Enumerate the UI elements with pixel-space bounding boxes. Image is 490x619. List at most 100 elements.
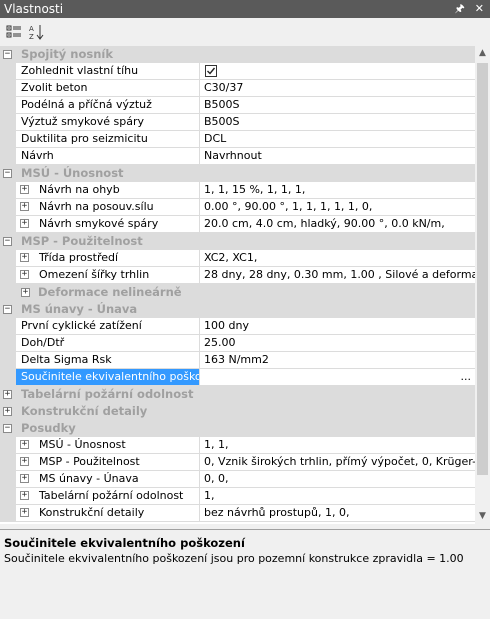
expand-icon[interactable]: + bbox=[20, 202, 29, 211]
categorized-icon[interactable] bbox=[5, 23, 23, 41]
property-value[interactable]: B500S bbox=[200, 97, 475, 114]
category-row[interactable]: − MS únavy - Únava bbox=[0, 301, 475, 318]
scroll-thumb[interactable] bbox=[477, 63, 488, 475]
expand-icon[interactable]: + bbox=[21, 288, 30, 297]
property-row[interactable]: + Konstrukční detaily bez návrhů prostupů,… bbox=[0, 505, 475, 522]
property-value[interactable]: 1, 1, bbox=[200, 437, 475, 454]
category-row[interactable]: − Posudky bbox=[0, 420, 475, 437]
close-icon[interactable]: ✕ bbox=[475, 0, 484, 18]
property-name[interactable]: Zvolit beton bbox=[16, 80, 200, 97]
expand-icon[interactable]: + bbox=[20, 253, 29, 262]
expand-icon[interactable]: + bbox=[20, 270, 29, 279]
property-row[interactable]: + MSP - Použitelnost 0, Vznik širokých trh… bbox=[0, 454, 475, 471]
property-value[interactable]: DCL bbox=[200, 131, 475, 148]
property-row[interactable]: + Návrh smykové spáry 20.0 cm, 4.0 cm, hla… bbox=[0, 216, 475, 233]
property-name[interactable]: Duktilita pro seizmicitu bbox=[16, 131, 200, 148]
property-value[interactable]: 25.00 bbox=[200, 335, 475, 352]
vertical-scrollbar[interactable]: ▲ ▼ bbox=[475, 46, 490, 524]
property-name[interactable]: + Návrh smykové spáry bbox=[16, 216, 200, 233]
expand-icon[interactable]: + bbox=[20, 219, 29, 228]
property-value[interactable]: 1, 1, 15 %, 1, 1, 1, bbox=[200, 182, 475, 199]
property-name[interactable]: Zohlednit vlastní tíhu bbox=[16, 63, 200, 80]
expand-icon[interactable]: + bbox=[20, 508, 29, 517]
property-value[interactable]: Navrhnout bbox=[200, 148, 475, 165]
property-value[interactable] bbox=[200, 63, 475, 80]
property-value[interactable]: XC2, XC1, bbox=[200, 250, 475, 267]
collapse-icon[interactable]: − bbox=[3, 424, 12, 433]
property-row[interactable]: + Omezení šířky trhlin 28 dny, 28 dny, 0.3… bbox=[0, 267, 475, 284]
property-name[interactable]: Výztuž smykové spáry bbox=[16, 114, 200, 131]
property-name[interactable]: + Omezení šířky trhlin bbox=[16, 267, 200, 284]
row-gutter bbox=[0, 471, 16, 488]
collapse-icon[interactable]: − bbox=[3, 50, 12, 59]
property-value[interactable]: 20.0 cm, 4.0 cm, hladký, 90.00 °, 0.0 kN… bbox=[200, 216, 475, 233]
collapse-icon[interactable]: − bbox=[3, 305, 12, 314]
row-gutter bbox=[0, 369, 16, 386]
property-value[interactable]: bez návrhů prostupů, 1, 0, bbox=[200, 505, 475, 522]
property-row[interactable]: Doh/Dtř 25.00 bbox=[0, 335, 475, 352]
expand-icon[interactable]: + bbox=[20, 440, 29, 449]
scroll-up-icon[interactable]: ▲ bbox=[475, 46, 490, 61]
expand-icon[interactable]: + bbox=[3, 390, 12, 399]
property-row[interactable]: Návrh Navrhnout bbox=[0, 148, 475, 165]
property-value[interactable]: 0.00 °, 90.00 °, 1, 1, 1, 1, 1, 0, bbox=[200, 199, 475, 216]
property-row[interactable]: Podélná a příčná výztuž B500S bbox=[0, 97, 475, 114]
expand-icon[interactable]: + bbox=[20, 457, 29, 466]
property-name[interactable]: + Návrh na ohyb bbox=[16, 182, 200, 199]
expand-icon[interactable]: + bbox=[20, 185, 29, 194]
property-name[interactable]: První cyklické zatížení bbox=[16, 318, 200, 335]
property-name[interactable]: + MSP - Použitelnost bbox=[16, 454, 200, 471]
property-value[interactable]: 1, bbox=[200, 488, 475, 505]
property-value[interactable]: ... bbox=[200, 369, 475, 386]
property-value[interactable]: 0, 0, bbox=[200, 471, 475, 488]
property-name[interactable]: + Tabelární požární odolnost bbox=[16, 488, 200, 505]
property-name[interactable]: Delta Sigma Rsk bbox=[16, 352, 200, 369]
property-value[interactable]: 28 dny, 28 dny, 0.30 mm, 1.00 , Silové a… bbox=[200, 267, 475, 284]
property-row[interactable]: + Návrh na ohyb 1, 1, 15 %, 1, 1, 1, bbox=[0, 182, 475, 199]
property-row[interactable]: První cyklické zatížení 100 dny bbox=[0, 318, 475, 335]
property-name[interactable]: Návrh bbox=[16, 148, 200, 165]
expand-icon[interactable]: + bbox=[20, 474, 29, 483]
property-name[interactable]: Podélná a příčná výztuž bbox=[16, 97, 200, 114]
property-name[interactable]: Doh/Dtř bbox=[16, 335, 200, 352]
sort-az-icon[interactable]: A Z bbox=[27, 23, 45, 41]
property-value[interactable]: 163 N/mm2 bbox=[200, 352, 475, 369]
property-name[interactable]: Součinitele ekvivalentního poškoz... bbox=[16, 369, 200, 386]
subcategory-row[interactable]: + Deformace nelineárně bbox=[0, 284, 475, 301]
property-name[interactable]: + Konstrukční detaily bbox=[16, 505, 200, 522]
property-name[interactable]: + Návrh na posouv.sílu bbox=[16, 199, 200, 216]
property-row[interactable]: Zohlednit vlastní tíhu bbox=[0, 63, 475, 80]
category-row[interactable]: − MSP - Použitelnost bbox=[0, 233, 475, 250]
property-name[interactable]: + Třída prostředí bbox=[16, 250, 200, 267]
property-value[interactable]: 100 dny bbox=[200, 318, 475, 335]
property-name[interactable]: + MSÚ - Únosnost bbox=[16, 437, 200, 454]
property-name-text: První cyklické zatížení bbox=[21, 319, 142, 332]
property-name-text: Zvolit beton bbox=[21, 81, 88, 94]
collapse-icon[interactable]: − bbox=[3, 237, 12, 246]
property-row[interactable]: + Návrh na posouv.sílu 0.00 °, 90.00 °, 1,… bbox=[0, 199, 475, 216]
property-row[interactable]: + MSÚ - Únosnost 1, 1, bbox=[0, 437, 475, 454]
pin-icon[interactable]: 🖈 bbox=[455, 0, 465, 18]
property-row[interactable]: Duktilita pro seizmicitu DCL bbox=[0, 131, 475, 148]
property-row[interactable]: + Třída prostředí XC2, XC1, bbox=[0, 250, 475, 267]
expand-icon[interactable]: + bbox=[20, 491, 29, 500]
category-row[interactable]: − MSÚ - Únosnost bbox=[0, 165, 475, 182]
category-row[interactable]: − Spojitý nosník bbox=[0, 46, 475, 63]
collapse-icon[interactable]: − bbox=[3, 169, 12, 178]
property-row[interactable]: Delta Sigma Rsk 163 N/mm2 bbox=[0, 352, 475, 369]
property-row[interactable]: Součinitele ekvivalentního poškoz...... bbox=[0, 369, 475, 386]
property-value[interactable]: B500S bbox=[200, 114, 475, 131]
property-row[interactable]: Výztuž smykové spáry B500S bbox=[0, 114, 475, 131]
checkbox[interactable] bbox=[205, 65, 217, 77]
property-row[interactable]: Zvolit beton C30/37 bbox=[0, 80, 475, 97]
ellipsis-button[interactable]: ... bbox=[461, 369, 472, 385]
property-row[interactable]: + Tabelární požární odolnost 1, bbox=[0, 488, 475, 505]
property-row[interactable]: + MS únavy - Únava 0, 0, bbox=[0, 471, 475, 488]
category-row[interactable]: + Konstrukční detaily bbox=[0, 403, 475, 420]
scroll-down-icon[interactable]: ▼ bbox=[475, 509, 490, 524]
property-value[interactable]: C30/37 bbox=[200, 80, 475, 97]
property-value[interactable]: 0, Vznik širokých trhlin, přímý výpočet,… bbox=[200, 454, 475, 471]
expand-icon[interactable]: + bbox=[3, 407, 12, 416]
category-row[interactable]: + Tabelární požární odolnost bbox=[0, 386, 475, 403]
property-name[interactable]: + MS únavy - Únava bbox=[16, 471, 200, 488]
